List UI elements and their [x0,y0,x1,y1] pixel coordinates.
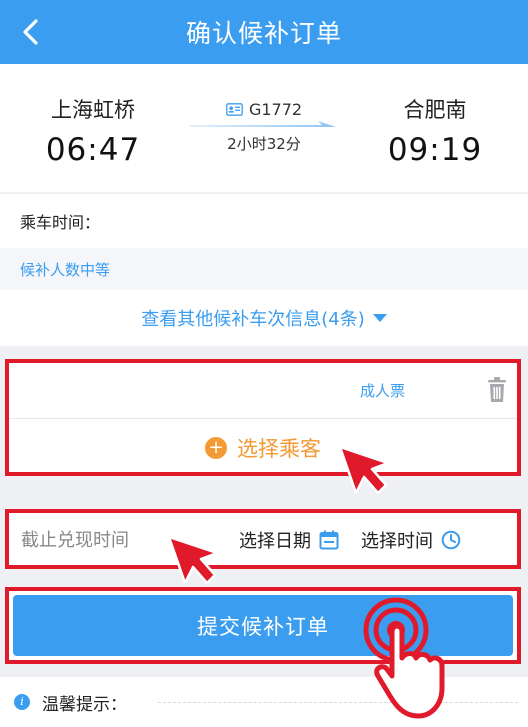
train-number: G1772 [190,100,338,119]
ride-time-label: 乘车时间： [20,213,101,232]
back-button[interactable] [10,12,50,52]
train-number-text: G1772 [248,100,303,119]
submit-order-label: 提交候补订单 [197,614,329,639]
clock-icon [441,530,461,550]
plus-icon: + [205,437,227,459]
train-info-card: 上海虹桥 06:47 G1772 2小时32分 合肥南 09:19 [0,64,528,192]
select-time-button[interactable]: 选择时间 [361,527,461,553]
choose-passenger-label: 选择乘客 [237,437,321,461]
train-summary: G1772 2小时32分 [190,100,338,154]
page-title: 确认候补订单 [185,19,342,48]
departure-time: 06:47 [45,132,141,168]
ticket-type-label[interactable]: 成人票 [360,380,405,401]
departure-station-name: 上海虹桥 [51,98,135,122]
select-time-label: 选择时间 [361,531,433,552]
trash-icon[interactable] [485,376,509,404]
departure-station: 上海虹桥 06:47 [18,94,168,168]
chevron-left-icon [23,19,38,45]
other-waitlist-trains-toggle[interactable]: 查看其他候补车次信息(4条) [0,290,528,346]
choose-passenger-button[interactable]: + 选择乘客 [9,433,517,463]
tips-divider [158,702,518,703]
passenger-section: 成人票 + 选择乘客 [5,359,521,476]
calendar-icon [319,530,339,550]
tips-row: i 温馨提示： [0,677,528,727]
id-card-icon [226,103,243,116]
submit-highlight-box: 提交候补订单 [5,587,521,664]
waitlist-status-text: 候补人数中等 [20,260,111,279]
select-date-button[interactable]: 选择日期 [239,527,339,553]
other-trains-label: 查看其他候补车次信息(4条) [141,309,365,330]
header-bar: 确认候补订单 [0,0,528,64]
deadline-section: 截止兑现时间 选择日期 选择时间 [5,509,521,569]
arrival-time: 09:19 [387,132,483,168]
passenger-row: 成人票 [9,363,517,419]
info-icon: i [14,694,30,710]
caret-down-icon [372,313,387,322]
deadline-label: 截止兑现时间 [21,530,129,551]
tips-label: 温馨提示： [42,694,127,715]
direction-arrow-icon [190,121,336,127]
ride-time-row: 乘车时间： [0,193,528,248]
travel-duration: 2小时32分 [227,135,301,153]
submit-order-button[interactable]: 提交候补订单 [13,595,513,656]
waitlist-status-row: 候补人数中等 [0,248,528,290]
select-date-label: 选择日期 [239,531,311,552]
arrival-station-name: 合肥南 [403,98,467,122]
arrival-station: 合肥南 09:19 [360,94,510,168]
